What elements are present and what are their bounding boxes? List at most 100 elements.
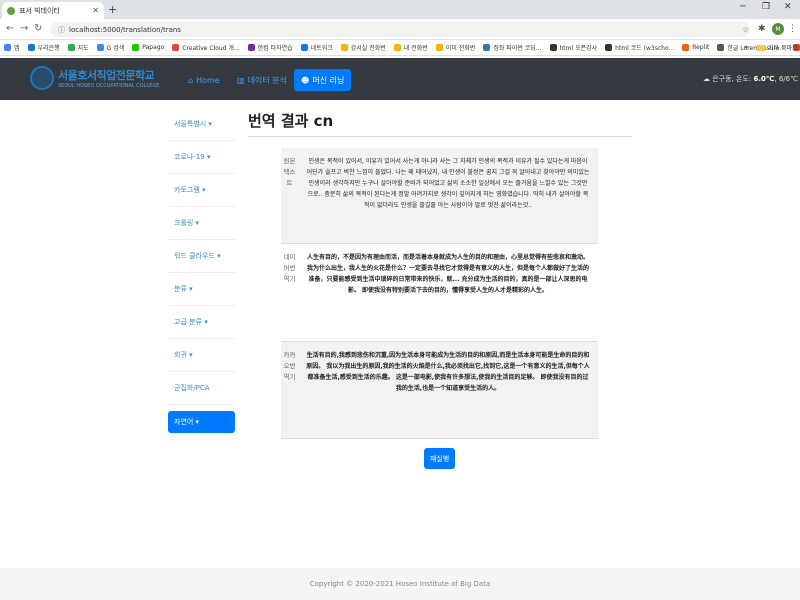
bookmark-item[interactable]: 내 전화번 xyxy=(393,43,428,52)
bookmark-favicon-icon xyxy=(247,44,255,51)
weather-range: 6/6℃ xyxy=(778,75,798,83)
table-row-naver: 네이버번역기 人生有目的，不是因为有理由而活，而是活着本身就成为人生的目的和理由… xyxy=(281,244,598,342)
cloud-icon: ☁ xyxy=(703,75,710,83)
url-text: localhost:5000/translation/trans xyxy=(69,25,181,34)
forward-icon[interactable]: → xyxy=(20,23,28,34)
bookmark-label: 강서실 전화번 xyxy=(350,45,386,52)
bookmark-label: 네트워크 xyxy=(310,45,333,52)
bookmark-label: 이미 전화번 xyxy=(445,45,476,52)
browser-tab[interactable]: 표서 빅데이터 ✕ xyxy=(2,2,104,19)
extensions-icon[interactable]: ✱ xyxy=(758,24,766,34)
bookmark-favicon-icon xyxy=(549,44,557,51)
sidebar-item[interactable]: 회귀 ▾ xyxy=(168,339,235,372)
site-logo[interactable]: 서울호서직업전문학교 SEOUL HOSEO OCCUPATIONAL COLL… xyxy=(30,66,159,90)
address-bar: ← → ↻ ⓘ localhost:5000/translation/trans… xyxy=(0,19,800,40)
nav-machine-learning[interactable]: ☻ 머신 러닝 xyxy=(294,69,352,91)
sidebar-item[interactable]: 분류 ▾ xyxy=(168,273,235,306)
bookmark-item[interactable]: Replit xyxy=(682,44,709,51)
bookmarks-more-icon[interactable]: » xyxy=(744,43,748,51)
bookmark-item[interactable]: 한컴 타자연습 xyxy=(247,43,293,52)
bookmark-label: html 코드 (w3scho... xyxy=(615,45,675,52)
bookmark-label: 내 전화번 xyxy=(403,45,428,52)
bookmark-favicon-icon xyxy=(4,44,11,51)
row-label: 원본텍스트 xyxy=(283,157,296,187)
sidebar-item[interactable]: 코로나-19 ▾ xyxy=(168,141,235,174)
bookmark-label: Replit xyxy=(692,44,710,51)
bookmark-label: Papago xyxy=(142,44,165,51)
bookmark-item[interactable]: Papago xyxy=(132,44,164,51)
sidebar-item[interactable]: 크롤링 ▾ xyxy=(168,207,235,240)
bookmark-item[interactable]: 네트워크 xyxy=(300,43,333,52)
sidebar-item[interactable]: 카토그램 ▾ xyxy=(168,174,235,207)
bookmark-favicon-icon xyxy=(300,44,308,51)
bookmark-label: 한컴 타자연습 xyxy=(257,45,293,52)
sidebar: 서울특별시 ▾ 코로나-19 ▾ 카토그램 ▾ 크롤링 ▾ 워드 클라우드 ▾ 분류 ▾ 고… xyxy=(168,108,235,433)
bookmark-item[interactable]: 지도 xyxy=(67,43,89,52)
bookmark-favicon-icon xyxy=(682,44,690,51)
nav-home[interactable]: ⌂ Home xyxy=(181,69,227,91)
site-favicon-icon xyxy=(7,6,15,15)
browser-titlebar: 표서 빅데이터 ✕ + ─ ❐ ✕ xyxy=(0,0,800,19)
translation-result-table: 원본텍스트 인생은 목적이 있어서, 이유가 있어서 사는게 아니라 사는 그 … xyxy=(281,148,598,439)
bookmark-item[interactable]: G 검색 xyxy=(96,43,124,52)
row-label: 네이버번역기 xyxy=(283,253,296,283)
retry-button[interactable]: 재실행 xyxy=(424,448,455,469)
other-bookmarks-label: 기타 북마크 xyxy=(768,45,798,52)
bookmark-item[interactable]: 앱 xyxy=(4,43,20,52)
bookmark-favicon-icon xyxy=(96,44,104,51)
sidebar-item[interactable]: 워드 클라우드 ▾ xyxy=(168,240,235,273)
nav-machine-learning-label: 머신 러닝 xyxy=(312,75,345,85)
bookmark-favicon-icon xyxy=(340,44,348,51)
bookmarks-bar: 앱 우리은행 지도 G 검색 Papago Creative Cloud 개... 한컴 타… xyxy=(0,40,800,56)
sidebar-item[interactable]: 군집화/PCA xyxy=(168,372,235,405)
title-divider xyxy=(248,136,632,137)
url-input[interactable]: ⓘ localhost:5000/translation/trans xyxy=(50,22,750,37)
bookmark-label: html 오픈강사 xyxy=(559,45,598,52)
bookmark-label: Creative Cloud 개... xyxy=(182,45,240,52)
new-tab-icon[interactable]: + xyxy=(108,3,117,16)
bookmark-item[interactable]: 정좌 파이썬 코딩... xyxy=(483,43,542,52)
bookmark-star-icon[interactable]: ☆ xyxy=(742,25,749,34)
nav-data-analysis[interactable]: ▥ 데이터 분석 xyxy=(230,69,294,91)
bookmark-item[interactable]: 이미 전화번 xyxy=(435,43,476,52)
sidebar-item[interactable]: 서울특별시 ▾ xyxy=(168,108,235,141)
bookmark-favicon-icon xyxy=(483,44,491,51)
nav-home-label: Home xyxy=(196,75,220,85)
bookmark-favicon-icon xyxy=(605,44,613,51)
weather-location: 은구동, 온도: xyxy=(712,75,752,83)
site-navbar: 서울호서직업전문학교 SEOUL HOSEO OCCUPATIONAL COLL… xyxy=(0,58,800,100)
bookmark-label: 앱 xyxy=(14,45,20,52)
bookmark-item[interactable]: Creative Cloud 개... xyxy=(172,43,240,52)
close-tab-icon[interactable]: ✕ xyxy=(92,6,99,15)
bookmark-item[interactable]: 강서실 전화번 xyxy=(340,43,386,52)
logo-english: SEOUL HOSEO OCCUPATIONAL COLLEGE xyxy=(58,83,160,89)
bookmark-favicon-icon xyxy=(435,44,443,51)
bookmark-item[interactable]: html 오픈강사 xyxy=(549,43,598,52)
robot-icon: ☻ xyxy=(301,75,310,85)
kakao-translation-text: 生活有目的,我感到悲伤和沉重,因为生活本身可能成为生活的目的和原因,而是生活本身… xyxy=(306,352,590,392)
bookmark-item[interactable]: 우리은행 xyxy=(27,43,60,52)
menu-icon[interactable]: ⋮ xyxy=(788,24,797,34)
bookmark-item[interactable]: html 코드 (w3scho... xyxy=(605,43,674,52)
maximize-icon[interactable]: ❐ xyxy=(762,2,770,12)
reload-icon[interactable]: ↻ xyxy=(34,23,42,34)
bookmark-favicon-icon xyxy=(67,44,75,51)
logo-korean: 서울호서직업전문학교 xyxy=(58,69,155,82)
chart-icon: ▥ xyxy=(237,75,245,85)
back-icon[interactable]: ← xyxy=(6,23,14,34)
close-window-icon[interactable]: ✕ xyxy=(784,2,792,12)
bookmark-favicon-icon xyxy=(717,44,725,51)
nav-data-analysis-label: 데이터 분석 xyxy=(247,75,287,85)
folder-icon xyxy=(757,44,765,51)
sidebar-item[interactable]: 고급 분류 ▾ xyxy=(168,306,235,339)
bookmark-label: 지도 xyxy=(77,45,89,52)
school-emblem-icon xyxy=(30,66,54,90)
bookmark-label: 정좌 파이썬 코딩... xyxy=(493,45,542,52)
sidebar-item[interactable]: 자연어 ▾ xyxy=(168,411,235,433)
other-bookmarks[interactable]: 기타 북마크 xyxy=(757,43,798,52)
table-row-original: 원본텍스트 인생은 목적이 있어서, 이유가 있어서 사는게 아니라 사는 그 … xyxy=(281,148,598,244)
minimize-icon[interactable]: ─ xyxy=(740,2,745,12)
profile-avatar[interactable]: M xyxy=(772,23,784,35)
bookmark-favicon-icon xyxy=(132,44,140,51)
info-icon[interactable]: ⓘ xyxy=(58,25,65,35)
